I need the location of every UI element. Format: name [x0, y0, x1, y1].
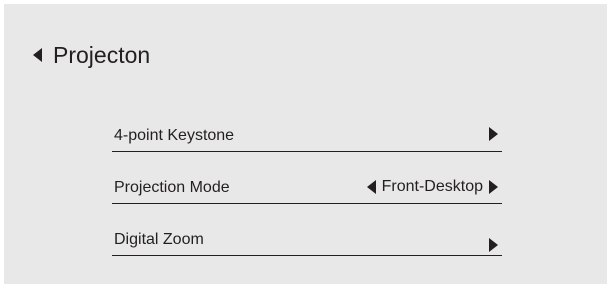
- submenu-arrow-icon[interactable]: [489, 127, 498, 141]
- back-arrow-icon[interactable]: [33, 48, 42, 62]
- menu-title: Projecton: [53, 42, 151, 68]
- menu-item-digital-zoom[interactable]: Digital Zoom: [112, 204, 502, 256]
- projection-mode-value: Front-Desktop: [381, 178, 483, 195]
- menu-item-label: Digital Zoom: [114, 231, 204, 248]
- menu-item-projection-mode[interactable]: Projection Mode Front-Desktop: [112, 152, 502, 204]
- menu-list: 4-point Keystone Projection Mode Front-D…: [112, 100, 502, 256]
- menu-header-back[interactable]: Projecton: [33, 40, 150, 70]
- previous-option-arrow-icon[interactable]: [366, 180, 376, 194]
- menu-item-4-point-keystone[interactable]: 4-point Keystone: [112, 100, 502, 152]
- menu-item-label: Projection Mode: [114, 179, 230, 196]
- menu-item-label: 4-point Keystone: [114, 127, 235, 144]
- projection-menu-screen: Projecton 4-point Keystone Projection Mo…: [4, 4, 607, 284]
- next-option-arrow-icon[interactable]: [489, 180, 498, 194]
- projection-mode-selector[interactable]: Front-Desktop: [366, 177, 498, 197]
- submenu-arrow-icon[interactable]: [489, 238, 498, 252]
